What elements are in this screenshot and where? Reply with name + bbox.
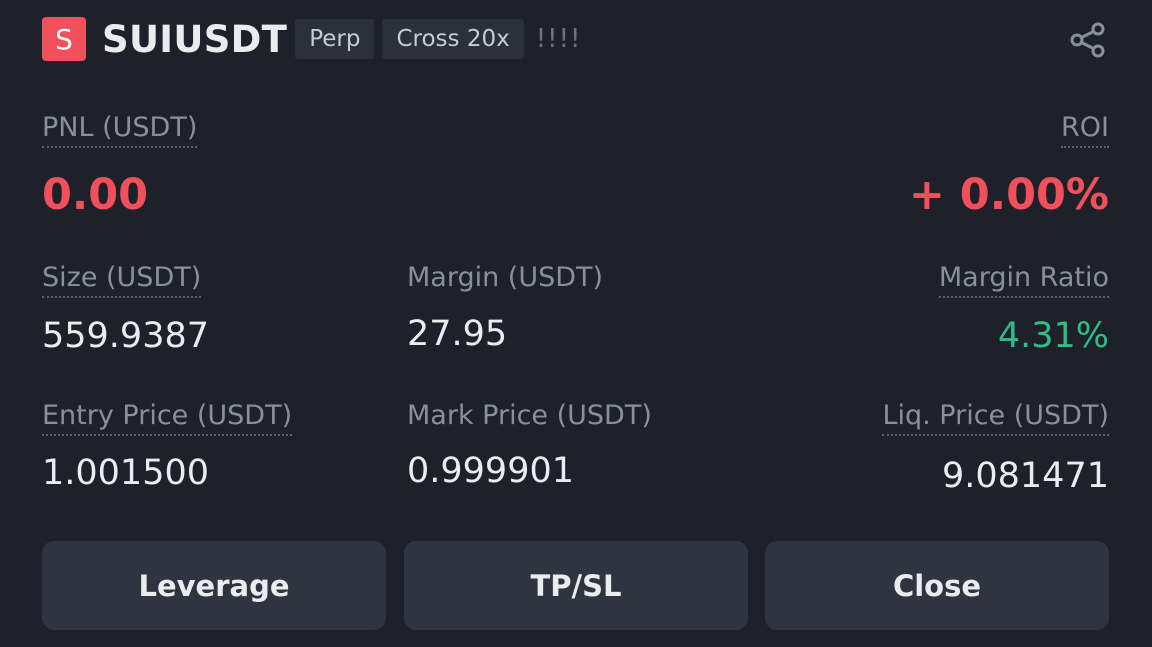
size-value: 559.9387 [42, 316, 210, 356]
tag-margin-mode[interactable]: Cross 20x [382, 19, 524, 59]
symbol-icon: S [42, 17, 86, 61]
tag-perp: Perp [295, 19, 375, 59]
symbol-name[interactable]: SUIUSDT [102, 18, 287, 61]
liq-price-value: 9.081471 [941, 456, 1109, 496]
margin-ratio-label[interactable]: Margin Ratio [938, 262, 1109, 298]
signal-bars-icon: !!!! [535, 24, 582, 54]
position-card: S SUIUSDT Perp Cross 20x !!!! PNL (USDT)… [0, 0, 1152, 647]
mark-price-value: 0.999901 [407, 451, 575, 491]
margin-value: 27.95 [407, 314, 508, 354]
pnl-label[interactable]: PNL (USDT) [42, 112, 198, 148]
entry-price-value: 1.001500 [42, 453, 210, 493]
tpsl-button[interactable]: TP/SL [404, 541, 748, 630]
pnl-value: 0.00 [42, 170, 149, 220]
roi-label[interactable]: ROI [1061, 112, 1109, 148]
margin-label: Margin (USDT) [407, 262, 604, 293]
entry-price-label[interactable]: Entry Price (USDT) [42, 400, 293, 436]
roi-value: + 0.00% [908, 170, 1109, 220]
close-position-button[interactable]: Close [765, 541, 1109, 630]
margin-ratio-value: 4.31% [997, 316, 1109, 356]
leverage-button[interactable]: Leverage [42, 541, 386, 630]
size-label[interactable]: Size (USDT) [42, 262, 202, 298]
position-header: S SUIUSDT Perp Cross 20x !!!! [42, 17, 581, 61]
liq-price-label[interactable]: Liq. Price (USDT) [882, 400, 1109, 436]
mark-price-label: Mark Price (USDT) [407, 400, 652, 431]
share-icon[interactable] [1068, 20, 1108, 60]
